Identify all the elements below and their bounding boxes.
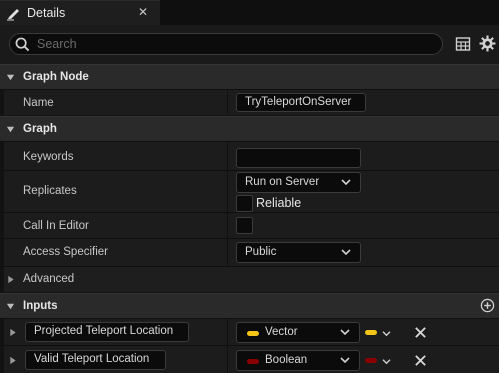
pin-name-field[interactable]: Projected Teleport Location <box>25 322 189 342</box>
chevron-down-icon[interactable] <box>382 330 391 337</box>
caret-down-icon <box>6 74 15 81</box>
access-specifier-dropdown[interactable]: Public <box>236 242 361 263</box>
caret-down-icon <box>6 303 15 310</box>
section-title: Inputs <box>23 300 58 312</box>
name-field[interactable]: TryTeleportOnServer <box>236 93 366 112</box>
replicates-label: Replicates <box>23 185 77 197</box>
remove-pin-icon[interactable] <box>414 326 427 339</box>
call-in-editor-label: Call In Editor <box>23 220 89 232</box>
chevron-down-icon <box>341 179 351 186</box>
add-input-icon[interactable] <box>480 298 495 313</box>
container-type-icon[interactable] <box>365 358 377 363</box>
gear-icon[interactable] <box>479 35 496 52</box>
remove-pin-icon[interactable] <box>414 354 427 367</box>
chevron-down-icon <box>340 357 350 364</box>
row-access-specifier: Access Specifier Public <box>0 238 499 266</box>
access-specifier-label: Access Specifier <box>23 246 109 258</box>
pin-name-field[interactable]: Valid Teleport Location <box>25 350 166 370</box>
container-type-icon[interactable] <box>365 330 377 335</box>
caret-down-icon <box>6 126 15 133</box>
section-graph-node[interactable]: Graph Node <box>0 64 499 89</box>
row-replicates: Replicates Run on Server Reliable <box>0 170 499 212</box>
replicates-dropdown[interactable]: Run on Server <box>236 172 361 193</box>
chevron-down-icon <box>340 329 350 336</box>
row-advanced[interactable]: Advanced <box>0 266 499 292</box>
keywords-field[interactable] <box>236 148 361 168</box>
vector-pin-icon <box>247 331 259 336</box>
caret-right-icon <box>8 275 14 284</box>
pin-type-dropdown[interactable]: Vector <box>236 322 360 343</box>
input-pin-row: Projected Teleport Location Vector <box>0 318 499 345</box>
tab-label: Details <box>27 6 66 20</box>
caret-right-icon[interactable] <box>9 328 17 337</box>
search-icon <box>15 37 30 52</box>
chevron-down-icon[interactable] <box>382 358 391 365</box>
row-name: Name TryTeleportOnServer <box>0 89 499 115</box>
close-icon[interactable]: ✕ <box>136 5 150 19</box>
pin-type-value: Vector <box>265 326 298 338</box>
search-input[interactable] <box>37 36 427 52</box>
reliable-checkbox[interactable] <box>236 195 253 212</box>
caret-right-icon[interactable] <box>9 356 17 365</box>
table-view-icon[interactable] <box>455 36 471 52</box>
replicates-value: Run on Server <box>245 176 320 188</box>
reliable-label: Reliable <box>256 196 302 210</box>
boolean-pin-icon <box>247 359 259 364</box>
chevron-down-icon <box>341 249 351 256</box>
call-in-editor-checkbox[interactable] <box>236 217 253 234</box>
advanced-label: Advanced <box>23 273 75 285</box>
row-call-in-editor: Call In Editor <box>0 212 499 238</box>
pin-type-value: Boolean <box>265 354 308 366</box>
section-title: Graph Node <box>23 71 89 83</box>
tab-bar: Details ✕ <box>0 0 499 25</box>
pin-type-dropdown[interactable]: Boolean <box>236 350 360 371</box>
pencil-icon <box>7 9 19 21</box>
access-specifier-value: Public <box>245 246 277 258</box>
row-keywords: Keywords <box>0 141 499 170</box>
keywords-label: Keywords <box>23 151 74 163</box>
search-box[interactable] <box>9 33 443 55</box>
name-label: Name <box>23 97 54 109</box>
section-title: Graph <box>23 123 57 135</box>
section-inputs[interactable]: Inputs <box>0 293 499 318</box>
input-pin-row: Valid Teleport Location Boolean <box>0 345 499 373</box>
tab-details[interactable]: Details ✕ <box>0 0 160 25</box>
section-graph[interactable]: Graph <box>0 116 499 141</box>
